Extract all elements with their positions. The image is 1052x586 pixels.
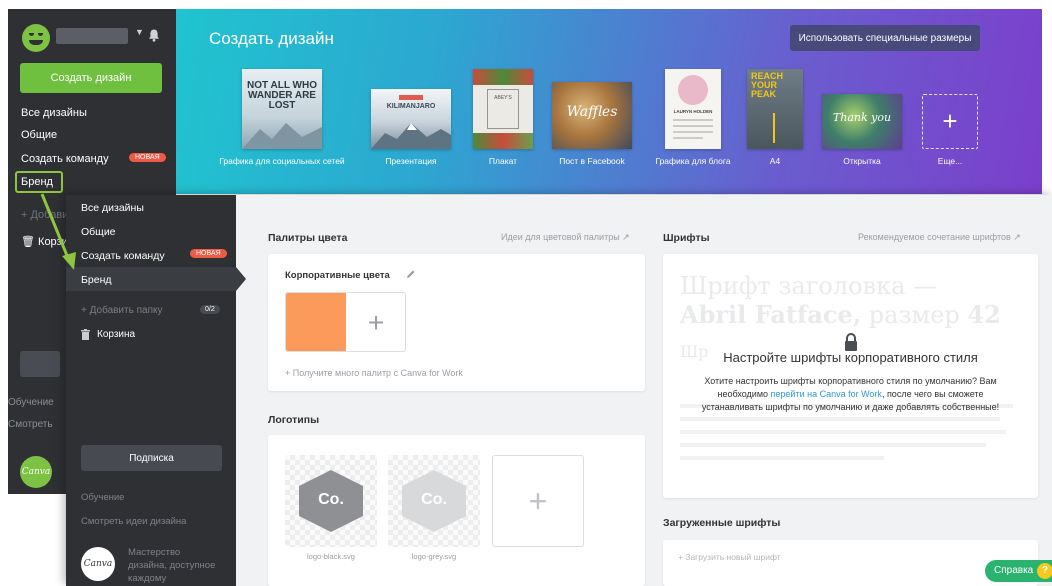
template-facebook-text: Waffles	[566, 104, 618, 120]
user-name-blurred[interactable]	[56, 28, 128, 44]
trash-label: Корзина	[97, 329, 136, 340]
create-design-button[interactable]: Создать дизайн	[20, 63, 162, 93]
banner-title: Создать дизайн	[209, 29, 334, 48]
bell-icon[interactable]	[148, 29, 160, 42]
custom-size-button[interactable]: Использовать специальные размеры	[790, 25, 980, 51]
logo-grey-mark: Co.	[421, 491, 447, 508]
template-label-presentation[interactable]: Презентация	[371, 156, 451, 166]
new-badge: НОВАЯ	[129, 153, 166, 162]
brand-fonts-card: Шрифт заголовка — Abril Fatface, размер …	[663, 254, 1038, 498]
create-design-banner: Создать дизайн Использовать специальные …	[176, 9, 1042, 194]
ideas-link[interactable]: Смотреть	[8, 419, 53, 430]
add-logo-button[interactable]: +	[492, 455, 584, 547]
brand-kit-screenshot: Все дизайны Общие Создать команду НОВАЯ …	[66, 195, 1052, 586]
template-poster[interactable]: ABEY'S	[473, 69, 533, 149]
ghost-font-name: Abril Fatface, размер 42	[680, 300, 1001, 329]
subscribe-button-partial[interactable]	[20, 351, 60, 377]
template-label-poster[interactable]: Плакат	[473, 156, 533, 166]
template-presentation-text: KILIMANJARO	[386, 103, 436, 110]
active-item-pointer	[236, 267, 246, 291]
canva-logo: Canva	[81, 547, 115, 581]
palette-ideas-link[interactable]: Идеи для цветовой палитры ↗	[501, 232, 630, 243]
template-label-a4[interactable]: А4	[747, 156, 803, 166]
template-presentation[interactable]: KILIMANJARO	[371, 89, 451, 149]
user-avatar[interactable]	[22, 24, 50, 52]
sidebar-item-brand[interactable]: Бренд	[81, 274, 112, 286]
template-facebook-post[interactable]: Waffles	[552, 82, 632, 149]
sidebar-item-shared[interactable]: Общие	[21, 129, 57, 141]
trash-icon: 🗑	[21, 236, 35, 248]
template-social-media[interactable]: NOT ALL WHO WANDER ARE LOST	[242, 69, 322, 149]
question-icon: ?	[1037, 563, 1052, 579]
help-button[interactable]: Справка ?	[985, 560, 1052, 582]
template-label-blog[interactable]: Графика для блога	[633, 156, 753, 166]
sidebar-item-trash[interactable]: 🗑 Корзи	[21, 235, 68, 248]
sidebar-item-create-team[interactable]: Создать команду	[81, 250, 165, 262]
uploaded-fonts-card: + Загрузить новый шрифт	[663, 540, 1038, 586]
brand-fonts-description: Хотите настроить шрифты корпоративного с…	[701, 376, 1000, 412]
logos-title: Логотипы	[268, 414, 320, 426]
template-a4-text: REACH YOUR PEAK	[751, 71, 784, 99]
sidebar-item-all-designs[interactable]: Все дизайны	[21, 107, 87, 119]
plus-icon: +	[942, 106, 958, 136]
upload-font-link[interactable]: + Загрузить новый шрифт	[678, 552, 781, 562]
template-card-text: Thank you	[832, 111, 892, 124]
logo-black-filename: logo-black.svg	[307, 552, 355, 561]
template-more[interactable]: +	[922, 94, 978, 149]
canva-logo: Canva	[20, 456, 52, 488]
brand-colors-card: Корпоративные цвета + + Получите много п…	[268, 254, 645, 391]
color-swatch-group: +	[285, 292, 406, 352]
subscribe-button[interactable]: Подписка	[81, 445, 222, 471]
template-a4[interactable]: REACH YOUR PEAK	[747, 69, 803, 149]
template-label-more[interactable]: Еще...	[922, 156, 978, 166]
canva-for-work-link[interactable]: перейти на Canva for Work	[771, 389, 882, 399]
canva-tagline: Мастерство дизайна, доступное каждому	[128, 547, 216, 584]
trash-icon	[81, 329, 90, 340]
color-swatch-orange[interactable]	[286, 293, 346, 351]
account-caret-icon[interactable]: ▼	[135, 27, 144, 37]
sidebar: Все дизайны Общие Создать команду НОВАЯ …	[66, 195, 236, 586]
template-blog-text: LAURYN HOLDEN	[673, 109, 713, 114]
lock-icon	[845, 333, 857, 351]
add-color-button[interactable]: +	[346, 293, 405, 351]
sidebar-item-add-folder[interactable]: + Добавить папку	[81, 305, 162, 316]
sidebar-item-create-team[interactable]: Создать команду	[21, 153, 109, 165]
brand-fonts-heading: Настройте шрифты корпоративного стиля	[723, 350, 978, 365]
more-palettes-link[interactable]: + Получите много палитр с Canva for Work	[285, 368, 463, 378]
template-label-social[interactable]: Графика для социальных сетей	[212, 156, 352, 166]
logos-card: Co. logo-black.svg Co. logo-grey.svg +	[268, 435, 645, 586]
folder-count-badge: 0/2	[200, 305, 220, 314]
uploaded-fonts-title: Загруженные шрифты	[663, 517, 781, 529]
sidebar-item-all-designs[interactable]: Все дизайны	[81, 202, 144, 214]
logo-grey-filename: logo-grey.svg	[411, 552, 457, 561]
brand-highlight-box	[15, 171, 63, 193]
template-blog-graphic[interactable]: LAURYN HOLDEN	[665, 69, 721, 149]
logo-black-mark: Co.	[318, 491, 344, 508]
fonts-title: Шрифты	[663, 232, 710, 244]
logo-tile-grey[interactable]: Co.	[388, 455, 480, 547]
sidebar-item-trash[interactable]: Корзина	[81, 329, 135, 340]
trash-label: Корзи	[38, 236, 68, 248]
sidebar-item-add-folder[interactable]: + Добави	[21, 209, 68, 221]
brand-colors-title: Корпоративные цвета	[285, 270, 390, 281]
template-card[interactable]: Thank you	[822, 94, 902, 149]
design-ideas-link[interactable]: Смотреть идеи дизайна	[81, 516, 186, 527]
pencil-icon[interactable]	[406, 269, 416, 279]
learn-link[interactable]: Обучение	[8, 397, 54, 408]
help-label: Справка	[994, 565, 1034, 576]
new-badge: НОВАЯ	[190, 249, 227, 258]
ghost-heading-preview: Шрифт заголовка —	[680, 272, 938, 300]
logo-tile-black[interactable]: Co.	[285, 455, 377, 547]
font-pairing-link[interactable]: Рекомендуемое сочетание шрифтов ↗	[858, 232, 1021, 243]
palettes-title: Палитры цвета	[268, 232, 348, 244]
template-label-card[interactable]: Открытка	[822, 156, 902, 166]
template-social-text: NOT ALL WHO WANDER ARE LOST	[247, 80, 317, 111]
template-poster-text: ABEY'S	[494, 95, 512, 101]
template-label-facebook[interactable]: Пост в Facebook	[542, 156, 642, 166]
sidebar-item-shared[interactable]: Общие	[81, 226, 116, 238]
learn-link[interactable]: Обучение	[81, 492, 124, 503]
